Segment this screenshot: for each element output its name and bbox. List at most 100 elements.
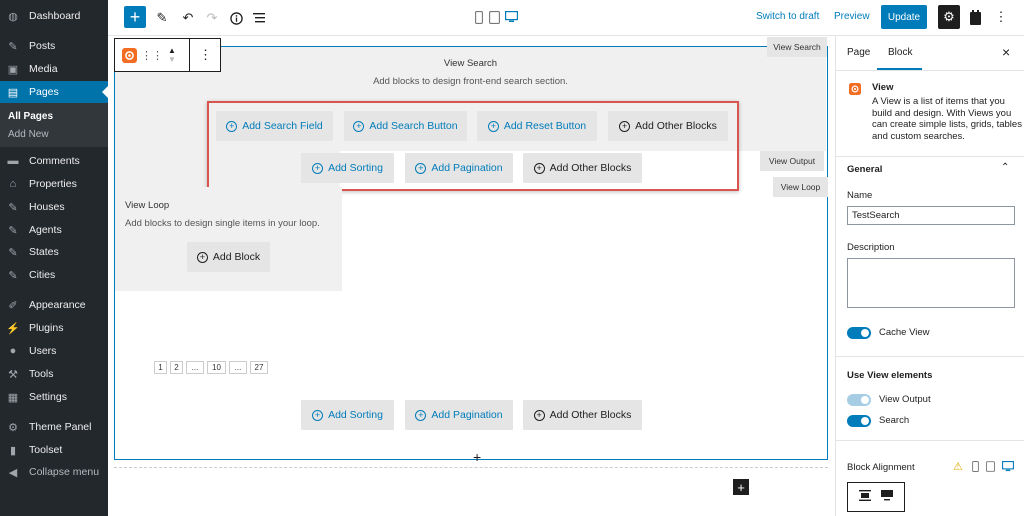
- info-icon[interactable]: [226, 8, 246, 28]
- align-wide-icon[interactable]: [881, 490, 893, 504]
- admin-menu-label: Tools: [29, 368, 54, 380]
- mobile-preview-icon[interactable]: [473, 10, 485, 24]
- pin-icon: ✎: [8, 40, 18, 53]
- highlight-frame: [207, 101, 739, 191]
- tablet-preview-icon[interactable]: [488, 10, 500, 24]
- admin-menu-label: States: [29, 246, 59, 258]
- inner-appender-plus-icon[interactable]: +: [473, 449, 481, 465]
- admin-menu-item-dashboard[interactable]: ◍ Dashboard: [0, 5, 108, 27]
- admin-menu-item-states[interactable]: ✎ States: [0, 241, 108, 263]
- close-icon[interactable]: ×: [1002, 44, 1010, 60]
- cache-view-label: Cache View: [879, 327, 930, 338]
- tools-icon: ⚒: [8, 368, 18, 381]
- admin-menu-item-properties[interactable]: ⌂ Properties: [0, 173, 108, 195]
- block-alignment-label: Block Alignment: [847, 462, 915, 473]
- undo-icon[interactable]: ↶: [178, 8, 198, 28]
- general-panel-title[interactable]: General: [847, 164, 882, 175]
- plus-circle-icon: +: [312, 409, 324, 421]
- media-icon: ▣: [7, 63, 19, 76]
- block-appender-plus-icon[interactable]: +: [733, 479, 749, 495]
- admin-menu-item-media[interactable]: ▣ Media: [0, 58, 108, 80]
- pagination-item[interactable]: ...: [186, 361, 204, 374]
- tab-block[interactable]: Block: [888, 47, 912, 58]
- admin-menu-item-users[interactable]: ● Users: [0, 340, 108, 362]
- move-up-icon[interactable]: ▲: [168, 46, 176, 55]
- view-output-toggle[interactable]: [847, 394, 871, 406]
- pin-icon: ✎: [8, 224, 18, 237]
- admin-menu-label: Toolset: [29, 444, 63, 456]
- pencil-icon[interactable]: ✎: [152, 8, 172, 28]
- description-textarea[interactable]: [847, 258, 1015, 308]
- use-view-elements-title: Use View elements: [847, 370, 933, 381]
- name-input[interactable]: [847, 206, 1015, 225]
- admin-menu-item-toolset[interactable]: ▮ Toolset: [0, 439, 108, 461]
- view-output-label[interactable]: View Output: [760, 151, 824, 171]
- admin-menu-label: Appearance: [29, 299, 86, 311]
- switch-to-draft-button[interactable]: Switch to draft: [756, 11, 819, 22]
- admin-menu-item-agents[interactable]: ✎ Agents: [0, 219, 108, 241]
- settings-icon: ▦: [7, 391, 19, 404]
- toolset-icon[interactable]: [968, 8, 982, 26]
- admin-menu-label: Agents: [29, 224, 62, 236]
- tablet-preview-icon[interactable]: [986, 461, 995, 475]
- preview-button[interactable]: Preview: [834, 11, 870, 22]
- mobile-preview-icon[interactable]: [972, 461, 979, 475]
- list-view-icon[interactable]: [250, 8, 270, 28]
- admin-menu-item-pages[interactable]: ▤ Pages: [0, 81, 108, 103]
- dashboard-icon: ◍: [8, 10, 18, 23]
- view-block-icon[interactable]: [115, 39, 143, 71]
- bottom-add-sorting-button[interactable]: + Add Sorting: [301, 400, 394, 430]
- cache-view-toggle[interactable]: [847, 327, 871, 339]
- desktop-preview-icon[interactable]: [1002, 461, 1014, 475]
- more-options-icon[interactable]: ⋮: [995, 8, 1008, 26]
- search-toggle[interactable]: [847, 415, 871, 427]
- redo-icon[interactable]: ↷: [202, 8, 222, 28]
- admin-menu-item-appearance[interactable]: ✐ Appearance: [0, 294, 108, 316]
- admin-menu-item-posts[interactable]: ✎ Posts: [0, 35, 108, 57]
- admin-menu-item-houses[interactable]: ✎ Houses: [0, 196, 108, 218]
- add-block-button[interactable]: + Add Block: [187, 242, 270, 272]
- admin-menu-label: Comments: [29, 155, 80, 167]
- settings-gear-button[interactable]: ⚙: [938, 5, 960, 29]
- submenu-add-new[interactable]: Add New: [8, 129, 49, 140]
- admin-menu-label: Properties: [29, 178, 77, 190]
- admin-menu-item-theme-panel[interactable]: ⚙ Theme Panel: [0, 416, 108, 438]
- move-down-icon[interactable]: ▼: [168, 55, 176, 64]
- pagination-item[interactable]: 27: [250, 361, 268, 374]
- admin-menu-item-cities[interactable]: ✎ Cities: [0, 264, 108, 286]
- update-button[interactable]: Update: [881, 5, 927, 29]
- chevron-up-icon[interactable]: ⌃: [1001, 162, 1009, 173]
- name-label: Name: [847, 190, 873, 201]
- settings-sidebar: Page Block × View A View is a list of it…: [835, 36, 1024, 516]
- pagination-item[interactable]: 1: [154, 361, 167, 374]
- drag-handle-icon[interactable]: ⋮⋮: [141, 39, 163, 71]
- block-alignment-toolbar: [847, 482, 905, 512]
- desktop-preview-icon[interactable]: [504, 10, 518, 24]
- tab-page[interactable]: Page: [847, 47, 870, 58]
- align-center-icon[interactable]: [859, 490, 871, 504]
- block-inserter-button[interactable]: +: [124, 6, 146, 28]
- admin-menu-item-settings[interactable]: ▦ Settings: [0, 386, 108, 408]
- move-arrows[interactable]: ▲ ▼: [161, 39, 183, 71]
- admin-menu-item-collapse-menu[interactable]: ◀ Collapse menu: [0, 461, 108, 483]
- pagination-item[interactable]: 2: [170, 361, 183, 374]
- admin-menu-item-plugins[interactable]: ⚡ Plugins: [0, 317, 108, 339]
- warning-icon: ⚠: [953, 461, 963, 473]
- admin-menu-label: Pages: [29, 86, 59, 98]
- pagination-item[interactable]: 10: [207, 361, 226, 374]
- pagination-item[interactable]: ...: [229, 361, 247, 374]
- admin-menu-item-comments[interactable]: ▬ Comments: [0, 150, 108, 172]
- admin-menu-item-tools[interactable]: ⚒ Tools: [0, 363, 108, 385]
- block-more-options-icon[interactable]: ⋮: [189, 39, 221, 71]
- bottom-add-pagination-button[interactable]: + Add Pagination: [405, 400, 513, 430]
- view-block[interactable]: View Search Add blocks to design front-e…: [114, 37, 828, 465]
- comments-icon: ▬: [7, 155, 19, 167]
- view-search-label[interactable]: View Search: [767, 37, 827, 57]
- admin-sidebar: All Pages Add New ◍ Dashboard ✎ Posts ▣ Media…: [0, 0, 108, 516]
- view-loop-label[interactable]: View Loop: [773, 177, 828, 197]
- pages-submenu: [0, 103, 108, 147]
- search-label: Search: [879, 415, 910, 426]
- view-loop-title: View Loop: [125, 200, 170, 211]
- submenu-all-pages[interactable]: All Pages: [8, 111, 53, 122]
- bottom-add-other-blocks-button[interactable]: + Add Other Blocks: [523, 400, 642, 430]
